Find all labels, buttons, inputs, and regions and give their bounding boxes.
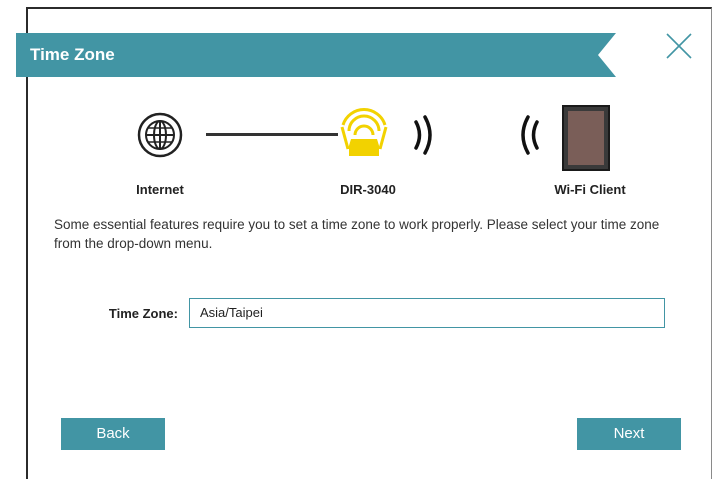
tablet-icon xyxy=(562,105,610,171)
wifi-signal-icon xyxy=(521,115,539,155)
back-button[interactable]: Back xyxy=(61,418,165,450)
dialog-title-bar: Time Zone xyxy=(16,33,616,77)
close-icon[interactable] xyxy=(663,30,695,62)
page: Time Zone Internet DIR-3040 Wi-Fi Client… xyxy=(0,0,719,480)
dialog-title: Time Zone xyxy=(30,45,115,64)
router-label: DIR-3040 xyxy=(340,182,396,197)
client-label: Wi-Fi Client xyxy=(554,182,626,197)
connection-line xyxy=(206,133,338,136)
globe-icon xyxy=(137,112,183,158)
internet-label: Internet xyxy=(136,182,184,197)
time-zone-label: Time Zone: xyxy=(108,306,178,321)
next-button[interactable]: Next xyxy=(577,418,681,450)
router-icon xyxy=(340,108,388,156)
time-zone-select[interactable]: Asia/Taipei xyxy=(189,298,665,328)
time-zone-description: Some essential features require you to s… xyxy=(54,217,660,251)
wifi-signal-icon xyxy=(414,115,432,155)
